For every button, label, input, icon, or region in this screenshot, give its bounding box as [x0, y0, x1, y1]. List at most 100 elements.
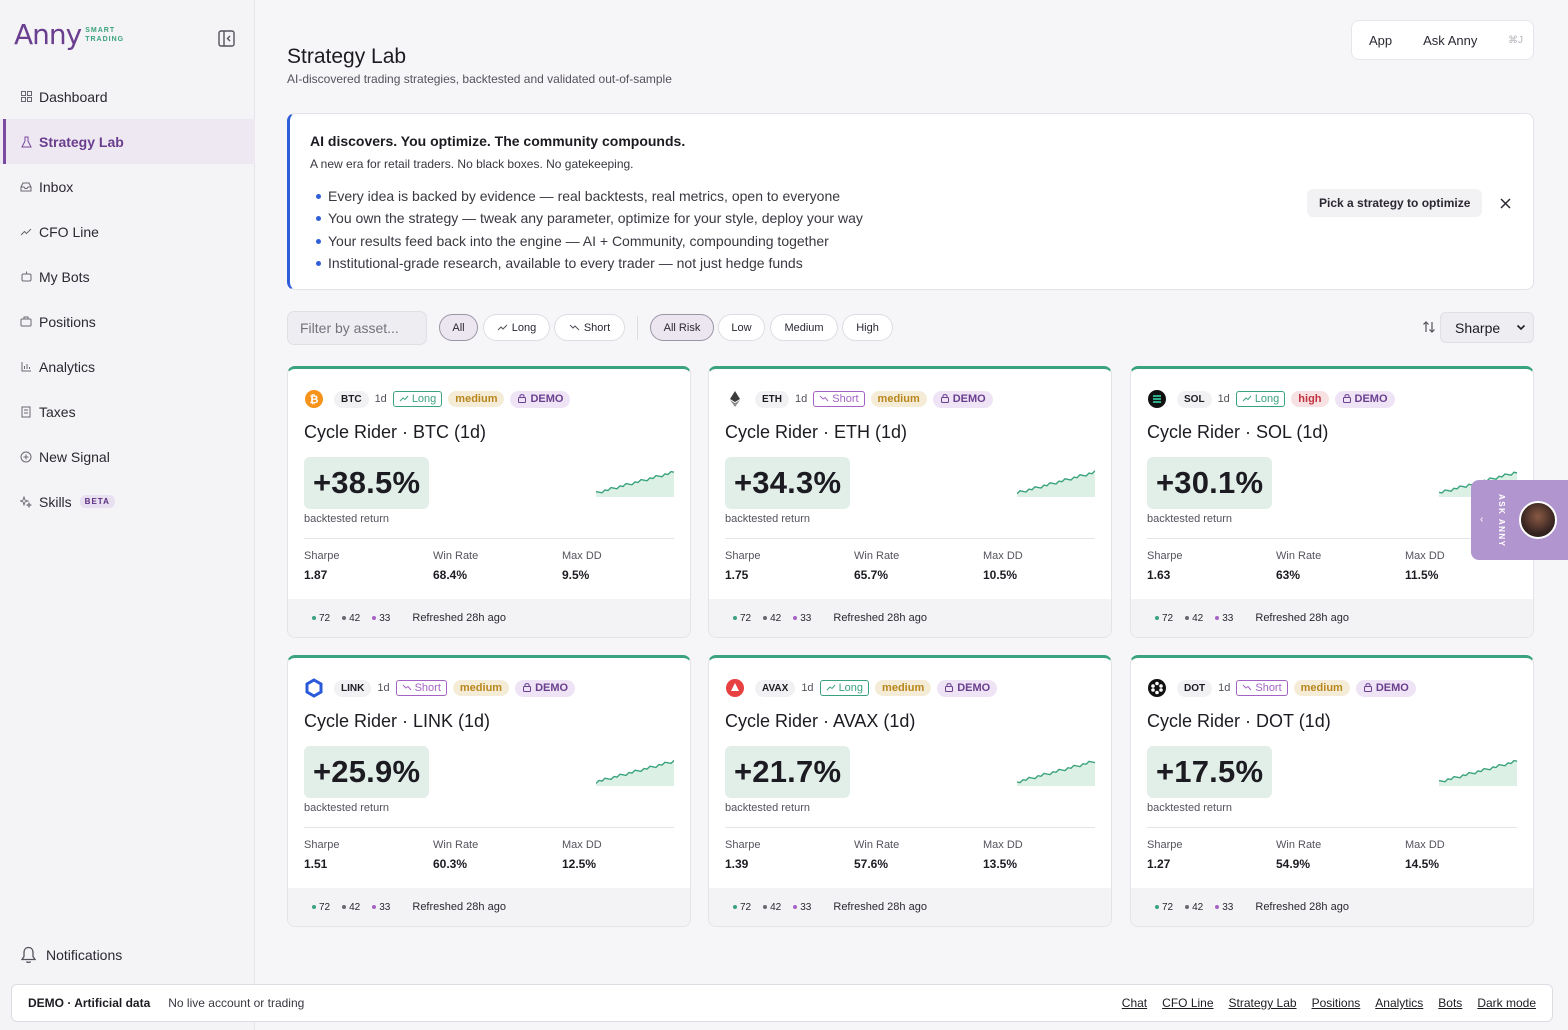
- trend-down-icon: [819, 393, 829, 405]
- filter-low-risk[interactable]: Low: [718, 314, 765, 341]
- sidebar-item-cfo-line[interactable]: CFO Line: [0, 209, 255, 254]
- demo-badge: DEMO: [515, 679, 576, 697]
- filter-all-risk[interactable]: All Risk: [650, 314, 714, 341]
- refreshed-label: Refreshed 28h ago: [1255, 901, 1349, 913]
- demo-badge: DEMO: [932, 390, 993, 408]
- footer-link-analytics[interactable]: Analytics: [1375, 996, 1423, 1010]
- direction-badge: Long: [819, 680, 870, 696]
- app-button[interactable]: App: [1352, 33, 1402, 48]
- dot-coin-icon: [1147, 678, 1167, 698]
- card-footer: 72 42 33 Refreshed 28h ago: [709, 599, 1111, 637]
- footer-link-chat[interactable]: Chat: [1122, 996, 1147, 1010]
- ask-anny-tab[interactable]: ‹ ASK ANNY: [1471, 480, 1568, 560]
- asset-filter-input[interactable]: [287, 311, 427, 345]
- stat-count: 33: [793, 902, 811, 913]
- inbox-icon: [20, 181, 32, 193]
- plus-circle-icon: [20, 451, 32, 463]
- banner-bullets: Every idea is backed by evidence — real …: [316, 185, 863, 274]
- ticker-badge: BTC: [334, 390, 369, 408]
- trend-down-icon: [1242, 682, 1252, 694]
- return-value: +34.3%: [725, 457, 851, 509]
- sort-select[interactable]: Sharpe: [1440, 312, 1534, 343]
- stat-count: 42: [342, 613, 360, 624]
- avatar: [1519, 501, 1557, 539]
- bot-icon: [20, 271, 32, 283]
- notifications-button[interactable]: Notifications: [20, 946, 122, 964]
- sidebar-item-label: Analytics: [39, 358, 96, 375]
- sidebar-item-positions[interactable]: Positions: [0, 299, 255, 344]
- strategy-card[interactable]: LINK 1d Short medium DEMO Cycle Rider · LINK …: [287, 655, 691, 927]
- strategy-card[interactable]: ETH 1d Short medium DEMO Cycle Rider · ETH (1…: [708, 366, 1112, 638]
- stat-count: 42: [342, 902, 360, 913]
- filter-long[interactable]: Long: [483, 314, 550, 341]
- card-footer: 72 42 33 Refreshed 28h ago: [1131, 599, 1533, 637]
- sidebar-item-new-signal[interactable]: New Signal: [0, 434, 255, 479]
- strategy-title[interactable]: Cycle Rider · SOL (1d): [1147, 422, 1328, 443]
- strategy-title[interactable]: Cycle Rider · LINK (1d): [304, 711, 490, 732]
- sidebar-item-dashboard[interactable]: Dashboard: [0, 74, 255, 119]
- chevron-down-icon: [1516, 324, 1526, 331]
- pick-strategy-button[interactable]: Pick a strategy to optimize: [1307, 189, 1483, 217]
- stat-count: 72: [1155, 902, 1173, 913]
- banner-title: AI discovers. You optimize. The communit…: [310, 133, 686, 149]
- timeframe-label: 1d: [1217, 393, 1230, 405]
- sidebar-item-strategy-lab[interactable]: Strategy Lab: [0, 119, 255, 164]
- sidebar-item-analytics[interactable]: Analytics: [0, 344, 255, 389]
- direction-badge: Long: [392, 391, 443, 407]
- strategy-card[interactable]: DOT 1d Short medium DEMO Cycle Rider · DOT (1…: [1130, 655, 1534, 927]
- page-subtitle: AI-discovered trading strategies, backte…: [287, 72, 672, 86]
- filter-short[interactable]: Short: [554, 314, 625, 341]
- metric-max-dd: Max DD 14.5%: [1405, 839, 1445, 871]
- equity-sparkline: [1016, 467, 1096, 502]
- sidebar-item-inbox[interactable]: Inbox: [0, 164, 255, 209]
- lock-icon: [522, 682, 532, 695]
- refreshed-label: Refreshed 28h ago: [412, 612, 506, 624]
- stat-count: 42: [1185, 902, 1203, 913]
- filter-all[interactable]: All: [439, 314, 478, 341]
- footer-link-bots[interactable]: Bots: [1438, 996, 1462, 1010]
- metric-max-dd: Max DD 12.5%: [562, 839, 602, 871]
- close-icon[interactable]: [1495, 193, 1515, 213]
- footer-link-cfo-line[interactable]: CFO Line: [1162, 996, 1213, 1010]
- footer-link-dark-mode[interactable]: Dark mode: [1477, 996, 1536, 1010]
- banner-bullet: Every idea is backed by evidence — real …: [316, 185, 863, 207]
- sort-order-icon[interactable]: [1420, 318, 1438, 336]
- card-divider: [304, 827, 674, 828]
- risk-badge: medium: [452, 680, 510, 696]
- sidebar-item-my-bots[interactable]: My Bots: [0, 254, 255, 299]
- shortcut-hint: ⌘J: [1508, 34, 1523, 46]
- ask-anny-button[interactable]: Ask Anny: [1402, 33, 1487, 48]
- return-value: +30.1%: [1147, 457, 1273, 509]
- card-divider: [1147, 827, 1517, 828]
- intro-banner: AI discovers. You optimize. The communit…: [287, 113, 1534, 290]
- demo-note: No live account or trading: [168, 996, 305, 1010]
- strategy-title[interactable]: Cycle Rider · AVAX (1d): [725, 711, 915, 732]
- sidebar-item-skills[interactable]: Skills BETA: [0, 479, 255, 524]
- sol-coin-icon: [1147, 389, 1167, 409]
- brand-logo[interactable]: Anny SMART TRADING: [14, 18, 124, 58]
- beta-badge: BETA: [79, 495, 115, 508]
- link-coin-icon: [304, 678, 324, 698]
- filter-high-risk[interactable]: High: [842, 314, 893, 341]
- strategy-title[interactable]: Cycle Rider · BTC (1d): [304, 422, 486, 443]
- sidebar-item-taxes[interactable]: Taxes: [0, 389, 255, 434]
- footer-link-strategy-lab[interactable]: Strategy Lab: [1229, 996, 1297, 1010]
- card-footer: 72 42 33 Refreshed 28h ago: [288, 599, 690, 637]
- strategy-title[interactable]: Cycle Rider · ETH (1d): [725, 422, 907, 443]
- ticker-badge: SOL: [1177, 390, 1212, 408]
- strategy-card[interactable]: AVAX 1d Long medium DEMO Cycle Rider · AVAX (…: [708, 655, 1112, 927]
- strategy-card[interactable]: ₿ BTC 1d Long medium DEMO Cycle Rider · BTC (1…: [287, 366, 691, 638]
- sidebar: Anny SMART TRADING Dashboard Strategy Lab…: [0, 0, 255, 1030]
- risk-badge: medium: [875, 680, 932, 696]
- sort-value: Sharpe: [1455, 319, 1501, 336]
- timeframe-label: 1d: [795, 393, 808, 405]
- ticker-badge: LINK: [334, 679, 372, 697]
- equity-sparkline: [595, 756, 675, 791]
- filter-medium-risk[interactable]: Medium: [770, 314, 838, 341]
- collapse-sidebar-icon[interactable]: [214, 27, 238, 49]
- btc-coin-icon: ₿: [304, 389, 324, 409]
- strategy-title[interactable]: Cycle Rider · DOT (1d): [1147, 711, 1331, 732]
- trend-up-icon: [399, 393, 409, 405]
- footer-link-positions[interactable]: Positions: [1312, 996, 1361, 1010]
- trend-up-icon: [497, 324, 508, 331]
